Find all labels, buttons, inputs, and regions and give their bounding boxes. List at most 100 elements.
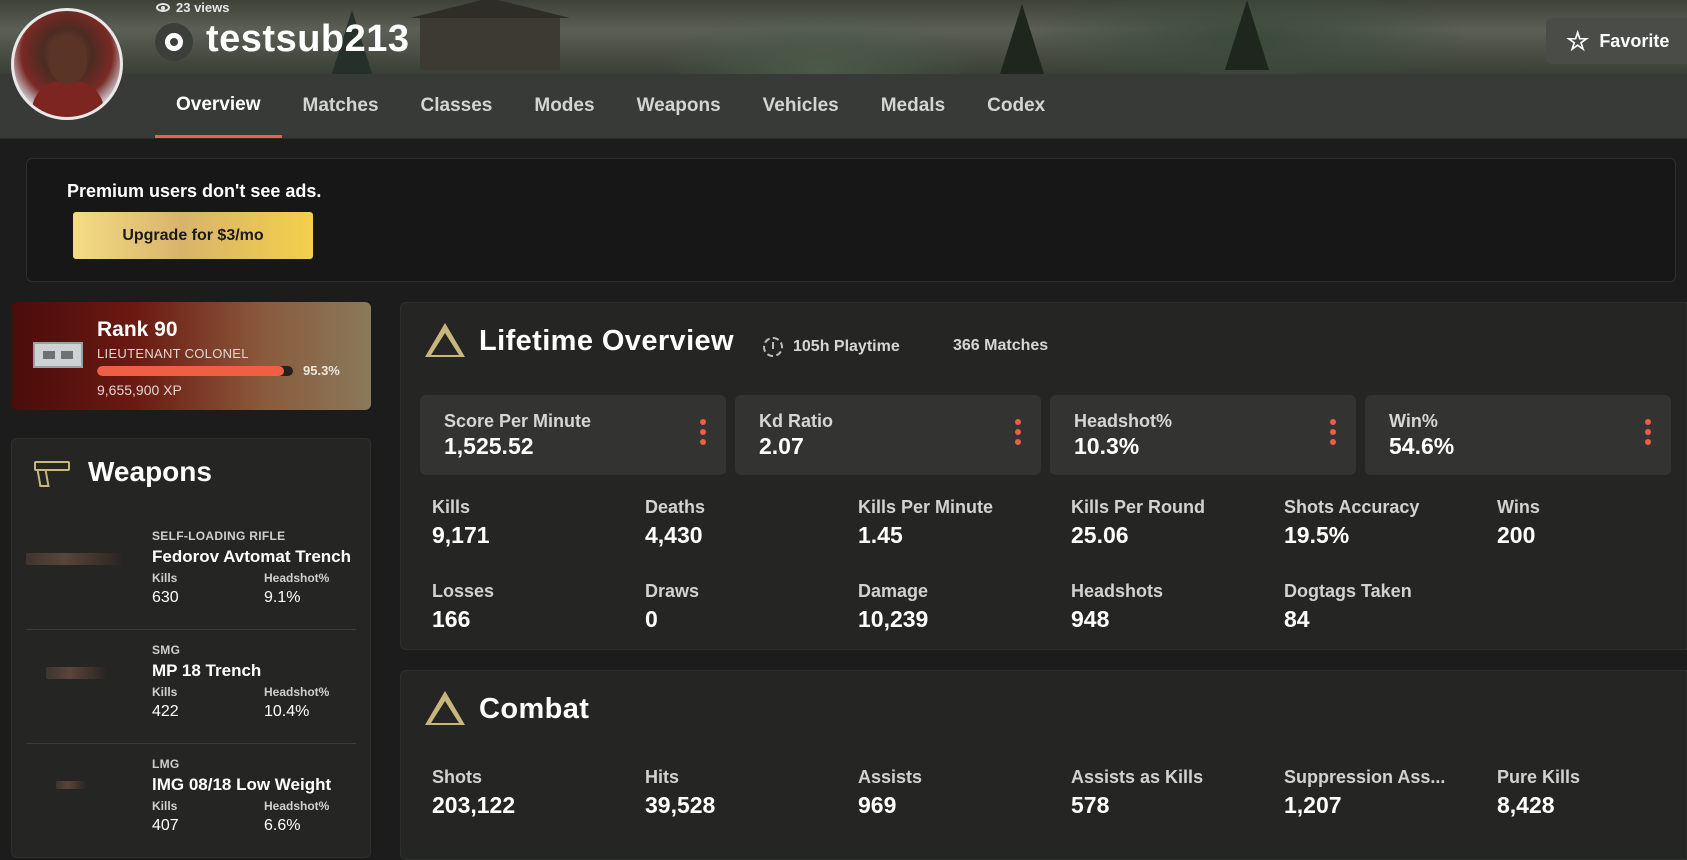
rank-name: LIEUTENANT COLONEL xyxy=(97,346,249,361)
playtime-label: 105h Playtime xyxy=(793,338,900,355)
stat-draws: Draws 0 xyxy=(645,581,699,633)
more-options-icon[interactable] xyxy=(700,419,706,445)
lifetime-title: Lifetime Overview xyxy=(479,324,735,357)
more-options-icon[interactable] xyxy=(1645,419,1651,445)
stat-label: Shots Accuracy xyxy=(1284,497,1420,517)
highlight-label: Headshot% xyxy=(1074,411,1173,431)
tab-matches[interactable]: Matches xyxy=(282,74,400,138)
stat-value: 203,122 xyxy=(432,792,516,818)
lifetime-header: Lifetime Overview xyxy=(425,323,734,359)
rank-xp: 9,655,900 XP xyxy=(97,382,182,398)
more-options-icon[interactable] xyxy=(1330,419,1336,445)
tab-vehicles[interactable]: Vehicles xyxy=(742,74,860,138)
highlight-stat: Headshot% 10.3% xyxy=(1050,395,1356,475)
stat-value: 200 xyxy=(1497,522,1536,548)
stat-value: 9,171 xyxy=(432,522,490,548)
stat-value: 1.45 xyxy=(858,522,903,548)
avatar[interactable] xyxy=(11,8,123,120)
stat-label: Assists as Kills xyxy=(1071,767,1204,787)
weapon-kills-value: 407 xyxy=(152,817,179,834)
stat-value: 25.06 xyxy=(1071,522,1129,548)
highlight-value: 54.6% xyxy=(1389,433,1455,459)
stat-pure-kills: Pure Kills 8,428 xyxy=(1497,767,1580,819)
pyramid-icon xyxy=(425,323,465,359)
highlight-value: 1,525.52 xyxy=(444,433,534,459)
stat-label: Pure Kills xyxy=(1497,767,1581,787)
stat-value: 166 xyxy=(432,606,471,632)
rank-progress-label: 95.3% xyxy=(303,363,340,378)
weapon-headshot-value: 9.1% xyxy=(264,589,301,606)
username: testsub213 xyxy=(206,18,410,60)
stat-dogtags-taken: Dogtags Taken 84 xyxy=(1284,581,1412,633)
rank-progress-fill xyxy=(97,366,284,376)
stat-value: 0 xyxy=(645,606,658,632)
combat-header: Combat xyxy=(425,691,589,727)
weapon-row[interactable]: LMG lMG 08/18 Low Weight Kills 407 Heads… xyxy=(26,743,356,857)
stat-label: Shots xyxy=(432,767,483,787)
tab-codex[interactable]: Codex xyxy=(966,74,1066,138)
favorite-label: Favorite xyxy=(1599,30,1670,51)
stat-label: Wins xyxy=(1497,497,1540,517)
tab-modes[interactable]: Modes xyxy=(513,74,615,138)
upgrade-button[interactable]: Upgrade for $3/mo xyxy=(73,212,313,259)
matches-label: 366 Matches xyxy=(953,337,1049,354)
rank-title: Rank 90 xyxy=(97,318,178,341)
weapon-row[interactable]: SMG MP 18 Trench Kills 422 Headshot% 10.… xyxy=(26,629,356,744)
highlight-label: Score Per Minute xyxy=(444,411,592,431)
stat-kills: Kills 9,171 xyxy=(432,497,490,549)
stat-value: 1,207 xyxy=(1284,792,1342,818)
stat-losses: Losses 166 xyxy=(432,581,494,633)
stat-label: Draws xyxy=(645,581,700,601)
stat-label: Hits xyxy=(645,767,680,787)
tab-overview[interactable]: Overview xyxy=(155,74,282,138)
stat-label: Suppression Ass... xyxy=(1284,767,1446,787)
pistol-icon xyxy=(32,455,72,489)
rank-progress-bar xyxy=(97,366,293,376)
highlight-stat: Kd Ratio 2.07 xyxy=(735,395,1041,475)
highlight-value: 2.07 xyxy=(759,433,804,459)
rifle-image xyxy=(26,553,122,565)
stat-value: 4,430 xyxy=(645,522,703,548)
lmg-image xyxy=(56,781,86,789)
weapon-headshot-label: Headshot% xyxy=(264,799,330,813)
weapon-name: MP 18 Trench xyxy=(152,661,262,680)
weapon-headshot-label: Headshot% xyxy=(264,571,330,585)
stat-assists: Assists 969 xyxy=(858,767,922,819)
clock-icon xyxy=(763,337,783,357)
highlight-stat: Win% 54.6% xyxy=(1365,395,1671,475)
stat-label: Deaths xyxy=(645,497,706,517)
favorite-button[interactable]: ☆ Favorite xyxy=(1546,18,1687,64)
weapons-title: Weapons xyxy=(88,456,212,487)
stat-value: 578 xyxy=(1071,792,1110,818)
weapon-name: Fedorov Avtomat Trench xyxy=(152,547,351,566)
weapon-kills-value: 422 xyxy=(152,703,179,720)
stat-label: Losses xyxy=(432,581,495,601)
lifetime-overview-panel: Lifetime Overview 105h Playtime 366 Matc… xyxy=(400,302,1687,650)
weapon-kills-label: Kills xyxy=(152,799,178,813)
weapon-kills-value: 630 xyxy=(152,589,179,606)
stat-value: 969 xyxy=(858,792,897,818)
stat-headshots: Headshots 948 xyxy=(1071,581,1163,633)
banner-building xyxy=(410,0,570,70)
stat-label: Kills Per Minute xyxy=(858,497,994,517)
more-options-icon[interactable] xyxy=(1015,419,1021,445)
stat-value: 8,428 xyxy=(1497,792,1555,818)
weapon-kills-label: Kills xyxy=(152,571,178,585)
weapon-row[interactable]: SELF-LOADING RIFLE Fedorov Avtomat Trenc… xyxy=(26,515,356,630)
tab-medals[interactable]: Medals xyxy=(860,74,966,138)
stat-shots: Shots 203,122 xyxy=(432,767,515,819)
tab-weapons[interactable]: Weapons xyxy=(616,74,742,138)
stat-label: Headshots xyxy=(1071,581,1164,601)
stat-wins: Wins 200 xyxy=(1497,497,1540,549)
stat-label: Assists xyxy=(858,767,923,787)
tab-classes[interactable]: Classes xyxy=(400,74,514,138)
eye-icon xyxy=(156,3,170,12)
weapon-type: SMG xyxy=(152,643,181,657)
stat-kills-per-minute: Kills Per Minute 1.45 xyxy=(858,497,993,549)
stat-assists-as-kills: Assists as Kills 578 xyxy=(1071,767,1203,819)
weapon-headshot-value: 6.6% xyxy=(264,817,301,834)
view-count: 23 views xyxy=(156,0,230,15)
weapon-kills-label: Kills xyxy=(152,685,178,699)
weapon-type: LMG xyxy=(152,757,180,771)
ad-text: Premium users don't see ads. xyxy=(67,181,322,201)
